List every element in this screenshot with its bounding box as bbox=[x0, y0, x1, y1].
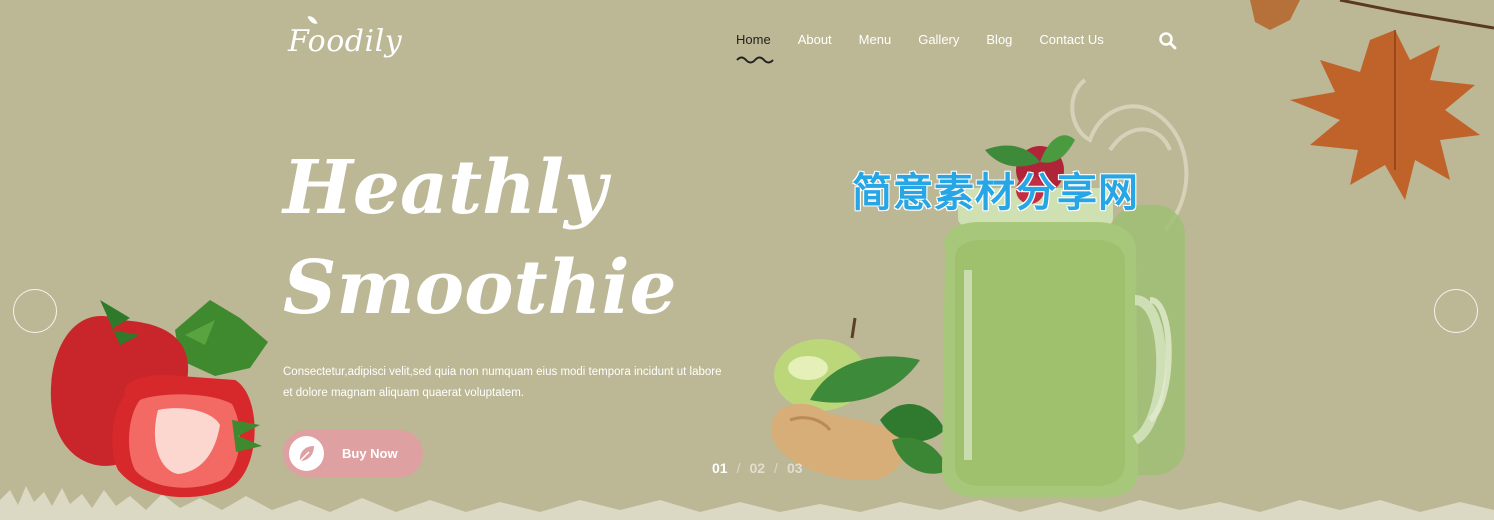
logo-text: Foodily bbox=[288, 24, 403, 59]
maple-leaf-decoration bbox=[1250, 0, 1494, 200]
hero-title: Heathly Smoothie bbox=[283, 138, 677, 338]
buy-now-button[interactable]: Buy Now bbox=[283, 430, 423, 477]
nav-item-label: Home bbox=[736, 32, 771, 47]
dot-separator: / bbox=[736, 460, 741, 476]
nav-item-label: Blog bbox=[986, 32, 1013, 47]
nav-item-label: Menu bbox=[858, 32, 892, 47]
search-icon bbox=[1159, 32, 1177, 50]
hero-title-line-2: Smoothie bbox=[283, 245, 677, 331]
slide-dot-2[interactable]: 02 bbox=[749, 460, 765, 476]
buy-now-label: Buy Now bbox=[342, 446, 398, 461]
hero-page: 简意素材分享网 Foodily Home About Menu Gallery … bbox=[0, 0, 1494, 520]
slide-dot-1[interactable]: 01 bbox=[712, 460, 728, 476]
main-nav: Home About Menu Gallery Blog Contact Us bbox=[736, 32, 1104, 64]
nav-item-gallery[interactable]: Gallery bbox=[918, 32, 959, 47]
search-button[interactable] bbox=[1158, 31, 1178, 51]
slider-prev-button[interactable] bbox=[13, 289, 57, 333]
site-logo[interactable]: Foodily bbox=[288, 14, 403, 59]
dot-separator: / bbox=[774, 460, 778, 476]
nav-item-about[interactable]: About bbox=[798, 32, 832, 47]
hero-title-line-1: Heathly bbox=[283, 145, 608, 231]
nav-item-menu[interactable]: Menu bbox=[859, 32, 892, 47]
nav-item-label: Contact Us bbox=[1039, 32, 1104, 47]
slider-next-button[interactable] bbox=[1434, 289, 1478, 333]
leaf-icon bbox=[299, 446, 314, 462]
nav-item-blog[interactable]: Blog bbox=[986, 32, 1012, 47]
hero-description: Consectetur,adipisci velit,sed quia non … bbox=[283, 366, 722, 399]
nav-item-label: About bbox=[797, 32, 832, 47]
button-icon-circle bbox=[289, 436, 324, 471]
slider-pagination: 01 / 02 / 03 bbox=[712, 460, 803, 476]
hero-artwork bbox=[0, 0, 1494, 520]
slide-dot-3[interactable]: 03 bbox=[787, 460, 803, 476]
nav-item-home[interactable]: Home bbox=[736, 32, 774, 64]
grass-decoration bbox=[0, 486, 1494, 520]
nav-item-contact[interactable]: Contact Us bbox=[1039, 32, 1103, 47]
watermark-text: 简意素材分享网 bbox=[852, 170, 1139, 216]
nav-item-label: Gallery bbox=[918, 32, 960, 47]
active-squiggle-icon bbox=[736, 56, 774, 64]
strawberry-image bbox=[50, 300, 268, 498]
